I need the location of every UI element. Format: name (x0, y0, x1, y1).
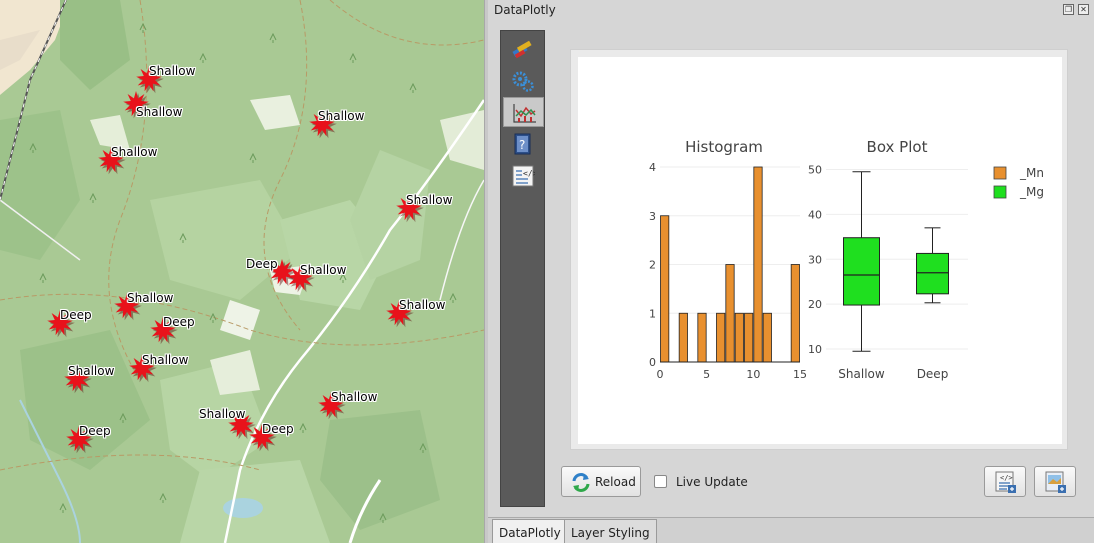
histogram-x-tick: 5 (703, 368, 710, 381)
box-plot-y-tick: 30 (808, 253, 822, 266)
box-plot-y-tick: 20 (808, 298, 822, 311)
close-icon[interactable]: ✕ (1078, 4, 1089, 15)
live-update-label: Live Update (676, 475, 748, 489)
plot-view[interactable]: Histogram 01234 0 5 10 15 Box Plot 10 20 30 40… (578, 57, 1062, 444)
dataplotly-panel: DataPlotly ❐ ✕ ? </ Histogram 0 1 2 3 4 … (488, 0, 1094, 543)
tab-layer-styling[interactable]: Layer Styling (564, 519, 657, 543)
legend-label: _Mg (1019, 185, 1044, 199)
image-export-icon (1045, 471, 1066, 493)
histogram-bar (716, 312, 726, 363)
dataplotly-sidebar: ? </> (500, 30, 545, 507)
box-iqr (843, 237, 880, 306)
box-iqr (916, 252, 949, 295)
box-plot-title: Box Plot (867, 138, 928, 156)
refresh-icon (572, 473, 590, 492)
histogram-y-tick: 4 (649, 161, 656, 174)
map-background (0, 0, 484, 543)
tab-dataplotly[interactable]: DataPlotly (492, 519, 568, 543)
html-code-icon: </> (512, 165, 535, 187)
histogram-bar (660, 215, 670, 363)
reload-button[interactable]: Reload (561, 466, 641, 497)
map-marker-label: Shallow (149, 64, 196, 78)
reload-button-label: Reload (595, 475, 636, 489)
map-marker-label: Deep (79, 424, 111, 438)
histogram-x-tick: 15 (793, 368, 807, 381)
map-marker-label: Shallow (142, 353, 189, 367)
box-plot-chart: Box Plot 10 20 30 40 50 Shallow Deep (808, 138, 968, 381)
histogram-bar (753, 166, 763, 363)
map-marker-label: Shallow (68, 364, 115, 378)
help-book-icon: ? (514, 133, 531, 155)
line-chart-icon (513, 104, 536, 123)
map-marker-label: Shallow (406, 193, 453, 207)
histogram-chart: Histogram 0 1 2 3 4 0 5 10 15 (649, 138, 807, 381)
float-icon[interactable]: ❐ (1063, 4, 1074, 15)
svg-text:</>: </> (1000, 474, 1013, 482)
histogram-x-tick: 0 (657, 368, 664, 381)
box-plot-y-tick: 40 (808, 208, 822, 221)
legend-swatch (993, 166, 1007, 180)
map-marker-label: Shallow (136, 105, 183, 119)
box-plot-x-tick: Shallow (838, 367, 885, 381)
map-marker-label: Deep (262, 422, 294, 436)
paint-brush-icon (512, 40, 532, 59)
export-html-button[interactable]: </> (984, 466, 1026, 497)
box-plot-y-tick: 10 (808, 343, 822, 356)
map-marker-label: Shallow (199, 407, 246, 421)
histogram-y-tick: 2 (649, 259, 656, 272)
map-marker-label: Shallow (300, 263, 347, 277)
sidebar-item-settings[interactable] (503, 66, 544, 96)
svg-text:</>: </> (523, 169, 535, 178)
export-image-button[interactable] (1034, 466, 1076, 497)
live-update-checkbox[interactable] (654, 475, 667, 488)
app-window: Shallow Shallow Shallow Shallow Shallow Deep S… (0, 0, 1094, 543)
histogram-title: Histogram (685, 138, 763, 156)
histogram-bar (790, 264, 800, 363)
plot-legend: _Mn _Mg (993, 166, 1044, 199)
map-marker-label: Deep (246, 257, 278, 271)
histogram-bar (725, 264, 735, 363)
histogram-y-tick: 1 (649, 307, 656, 320)
histogram-bar (678, 312, 688, 363)
map-marker-label: Deep (163, 315, 195, 329)
histogram-bar (762, 312, 772, 363)
sidebar-item-properties[interactable] (503, 34, 544, 64)
html-export-icon: </> (995, 471, 1016, 493)
map-marker-label: Shallow (399, 298, 446, 312)
svg-text:?: ? (519, 138, 525, 152)
map-marker-label: Shallow (111, 145, 158, 159)
legend-label: _Mn (1019, 166, 1044, 180)
gears-icon (512, 71, 534, 92)
dock-tab-bar: DataPlotly Layer Styling (488, 517, 1094, 543)
map-marker-label: Shallow (318, 109, 365, 123)
sidebar-item-raw-html[interactable]: </> (503, 161, 544, 191)
histogram-bar (744, 312, 754, 363)
histogram-y-tick: 3 (649, 210, 656, 223)
histogram-bar (734, 312, 744, 363)
plot-svg: Histogram 01234 0 5 10 15 Box Plot 10203040… (649, 138, 1044, 381)
map-marker-label: Shallow (331, 390, 378, 404)
map-marker-label: Deep (60, 308, 92, 322)
map-marker-label: Shallow (127, 291, 174, 305)
plot-frame: Histogram 01234 0 5 10 15 Box Plot 10 20 30 40… (570, 49, 1068, 450)
sidebar-item-help[interactable]: ? (503, 129, 544, 159)
box-plot-x-tick: Deep (917, 367, 949, 381)
box-plot-y-tick: 50 (808, 163, 822, 176)
legend-swatch (993, 185, 1007, 199)
sidebar-item-plot[interactable] (503, 97, 544, 127)
panel-title: DataPlotly (494, 3, 556, 17)
histogram-bar (697, 312, 707, 363)
histogram-x-tick: 10 (746, 368, 760, 381)
histogram-y-tick: 0 (649, 356, 656, 369)
map-canvas[interactable]: Shallow Shallow Shallow Shallow Shallow Deep S… (0, 0, 484, 543)
